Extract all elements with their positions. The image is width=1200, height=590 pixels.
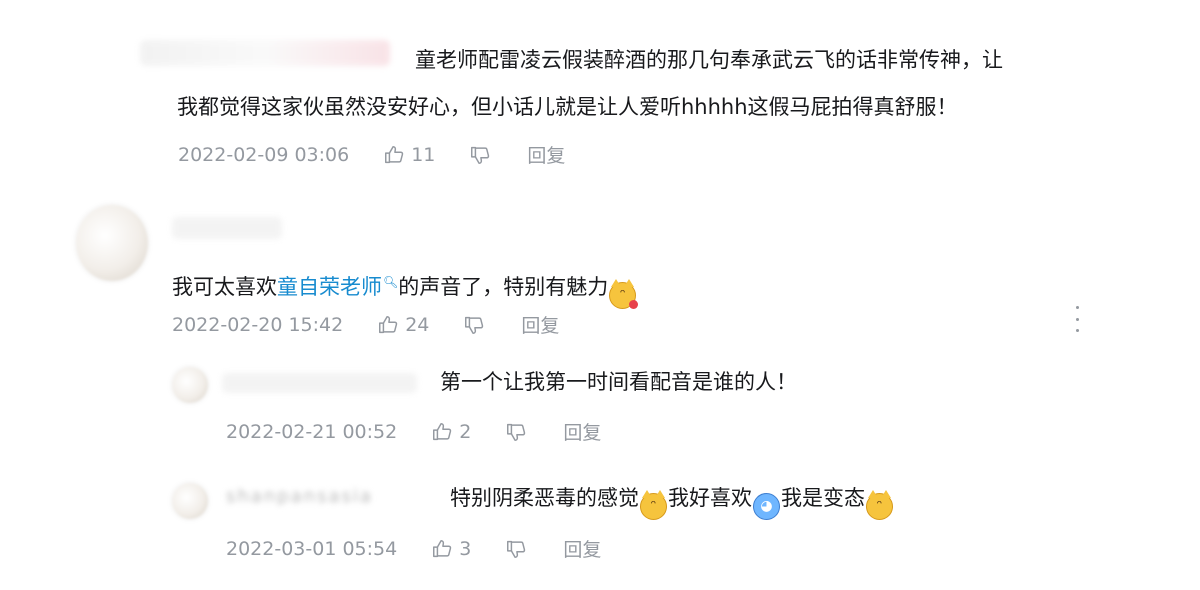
reply-2-text-part3: 我是变态 — [781, 486, 865, 510]
search-icon[interactable]: 🔍︎ — [383, 275, 398, 289]
reply-2-text: 特别阴柔恶毒的感觉 ᵔ 我好喜欢 ◕ 我是变态 ᵔ — [450, 476, 894, 521]
reply-2-text-part1: 特别阴柔恶毒的感觉 — [450, 486, 639, 510]
like-count: 11 — [411, 143, 436, 166]
comment-2-meta: 2022-02-20 15:42 24 回复 — [172, 311, 559, 338]
thumbs-down-icon[interactable] — [469, 144, 491, 166]
reply-2-username[interactable]: shanpansasia — [226, 486, 373, 507]
reply-1-meta: 2022-02-21 00:52 2 回复 — [226, 418, 601, 445]
comment-1-text-line2: 我都觉得这家伙虽然没安好心，但小话儿就是让人爱听hhhhh这假马屁拍得真舒服！ — [177, 95, 958, 119]
reply-2-text-part2: 我好喜欢 — [668, 486, 752, 510]
crying-face-emoji: ◕ — [753, 493, 780, 520]
comment-2-text: 我可太喜欢童自荣老师🔍︎的声音了，特别有魅力 ᵔ — [172, 260, 639, 310]
smirk-cat-emoji: ᵔ — [866, 490, 893, 520]
more-vertical-icon[interactable] — [1068, 306, 1086, 332]
reply-button[interactable]: 回复 — [563, 535, 601, 562]
reply-button[interactable]: 回复 — [521, 311, 559, 338]
comment-time: 2022-02-09 03:06 — [178, 143, 350, 166]
like-count: 24 — [405, 313, 430, 336]
smirk-cat-emoji: ᵔ — [640, 490, 667, 520]
comment-time: 2022-03-01 05:54 — [226, 537, 398, 560]
comment-2-username[interactable] — [172, 217, 282, 239]
thumbs-up-icon[interactable] — [383, 144, 405, 166]
comment-1-text-line1: 童老师配雷凌云假装醉酒的那几句奉承武云飞的话非常传神，让 — [415, 48, 1003, 72]
thumbs-down-icon[interactable] — [505, 421, 527, 443]
reply-1-text: 第一个让我第一时间看配音是谁的人！ — [440, 370, 797, 394]
rose-icon — [629, 300, 639, 309]
avatar[interactable] — [76, 205, 148, 281]
avatar[interactable] — [172, 367, 208, 403]
comment-2-text-after: 的声音了，特别有魅力 — [398, 275, 609, 299]
like-count: 3 — [459, 537, 472, 560]
avatar[interactable] — [172, 483, 208, 519]
comment-time: 2022-02-21 00:52 — [226, 420, 398, 443]
thumbs-down-icon[interactable] — [505, 538, 527, 560]
comment-1-meta: 2022-02-09 03:06 11 回复 — [178, 141, 565, 168]
mention-link-text[interactable]: 童自荣老师 — [277, 275, 382, 299]
comment-time: 2022-02-20 15:42 — [172, 313, 344, 336]
reply-1-username[interactable] — [222, 373, 417, 393]
mention-link[interactable]: 童自荣老师🔍︎ — [277, 275, 398, 299]
thumbs-up-icon[interactable] — [431, 538, 453, 560]
reply-2-meta: 2022-03-01 05:54 3 回复 — [226, 535, 601, 562]
comment-2-text-before: 我可太喜欢 — [172, 275, 277, 299]
thumbs-up-icon[interactable] — [431, 421, 453, 443]
reply-button[interactable]: 回复 — [527, 141, 565, 168]
smirk-cat-with-rose-emoji: ᵔ — [609, 279, 639, 309]
like-count: 2 — [459, 420, 472, 443]
thumbs-down-icon[interactable] — [463, 314, 485, 336]
reply-button[interactable]: 回复 — [563, 418, 601, 445]
comment-1-username[interactable] — [140, 40, 390, 66]
thumbs-up-icon[interactable] — [377, 314, 399, 336]
